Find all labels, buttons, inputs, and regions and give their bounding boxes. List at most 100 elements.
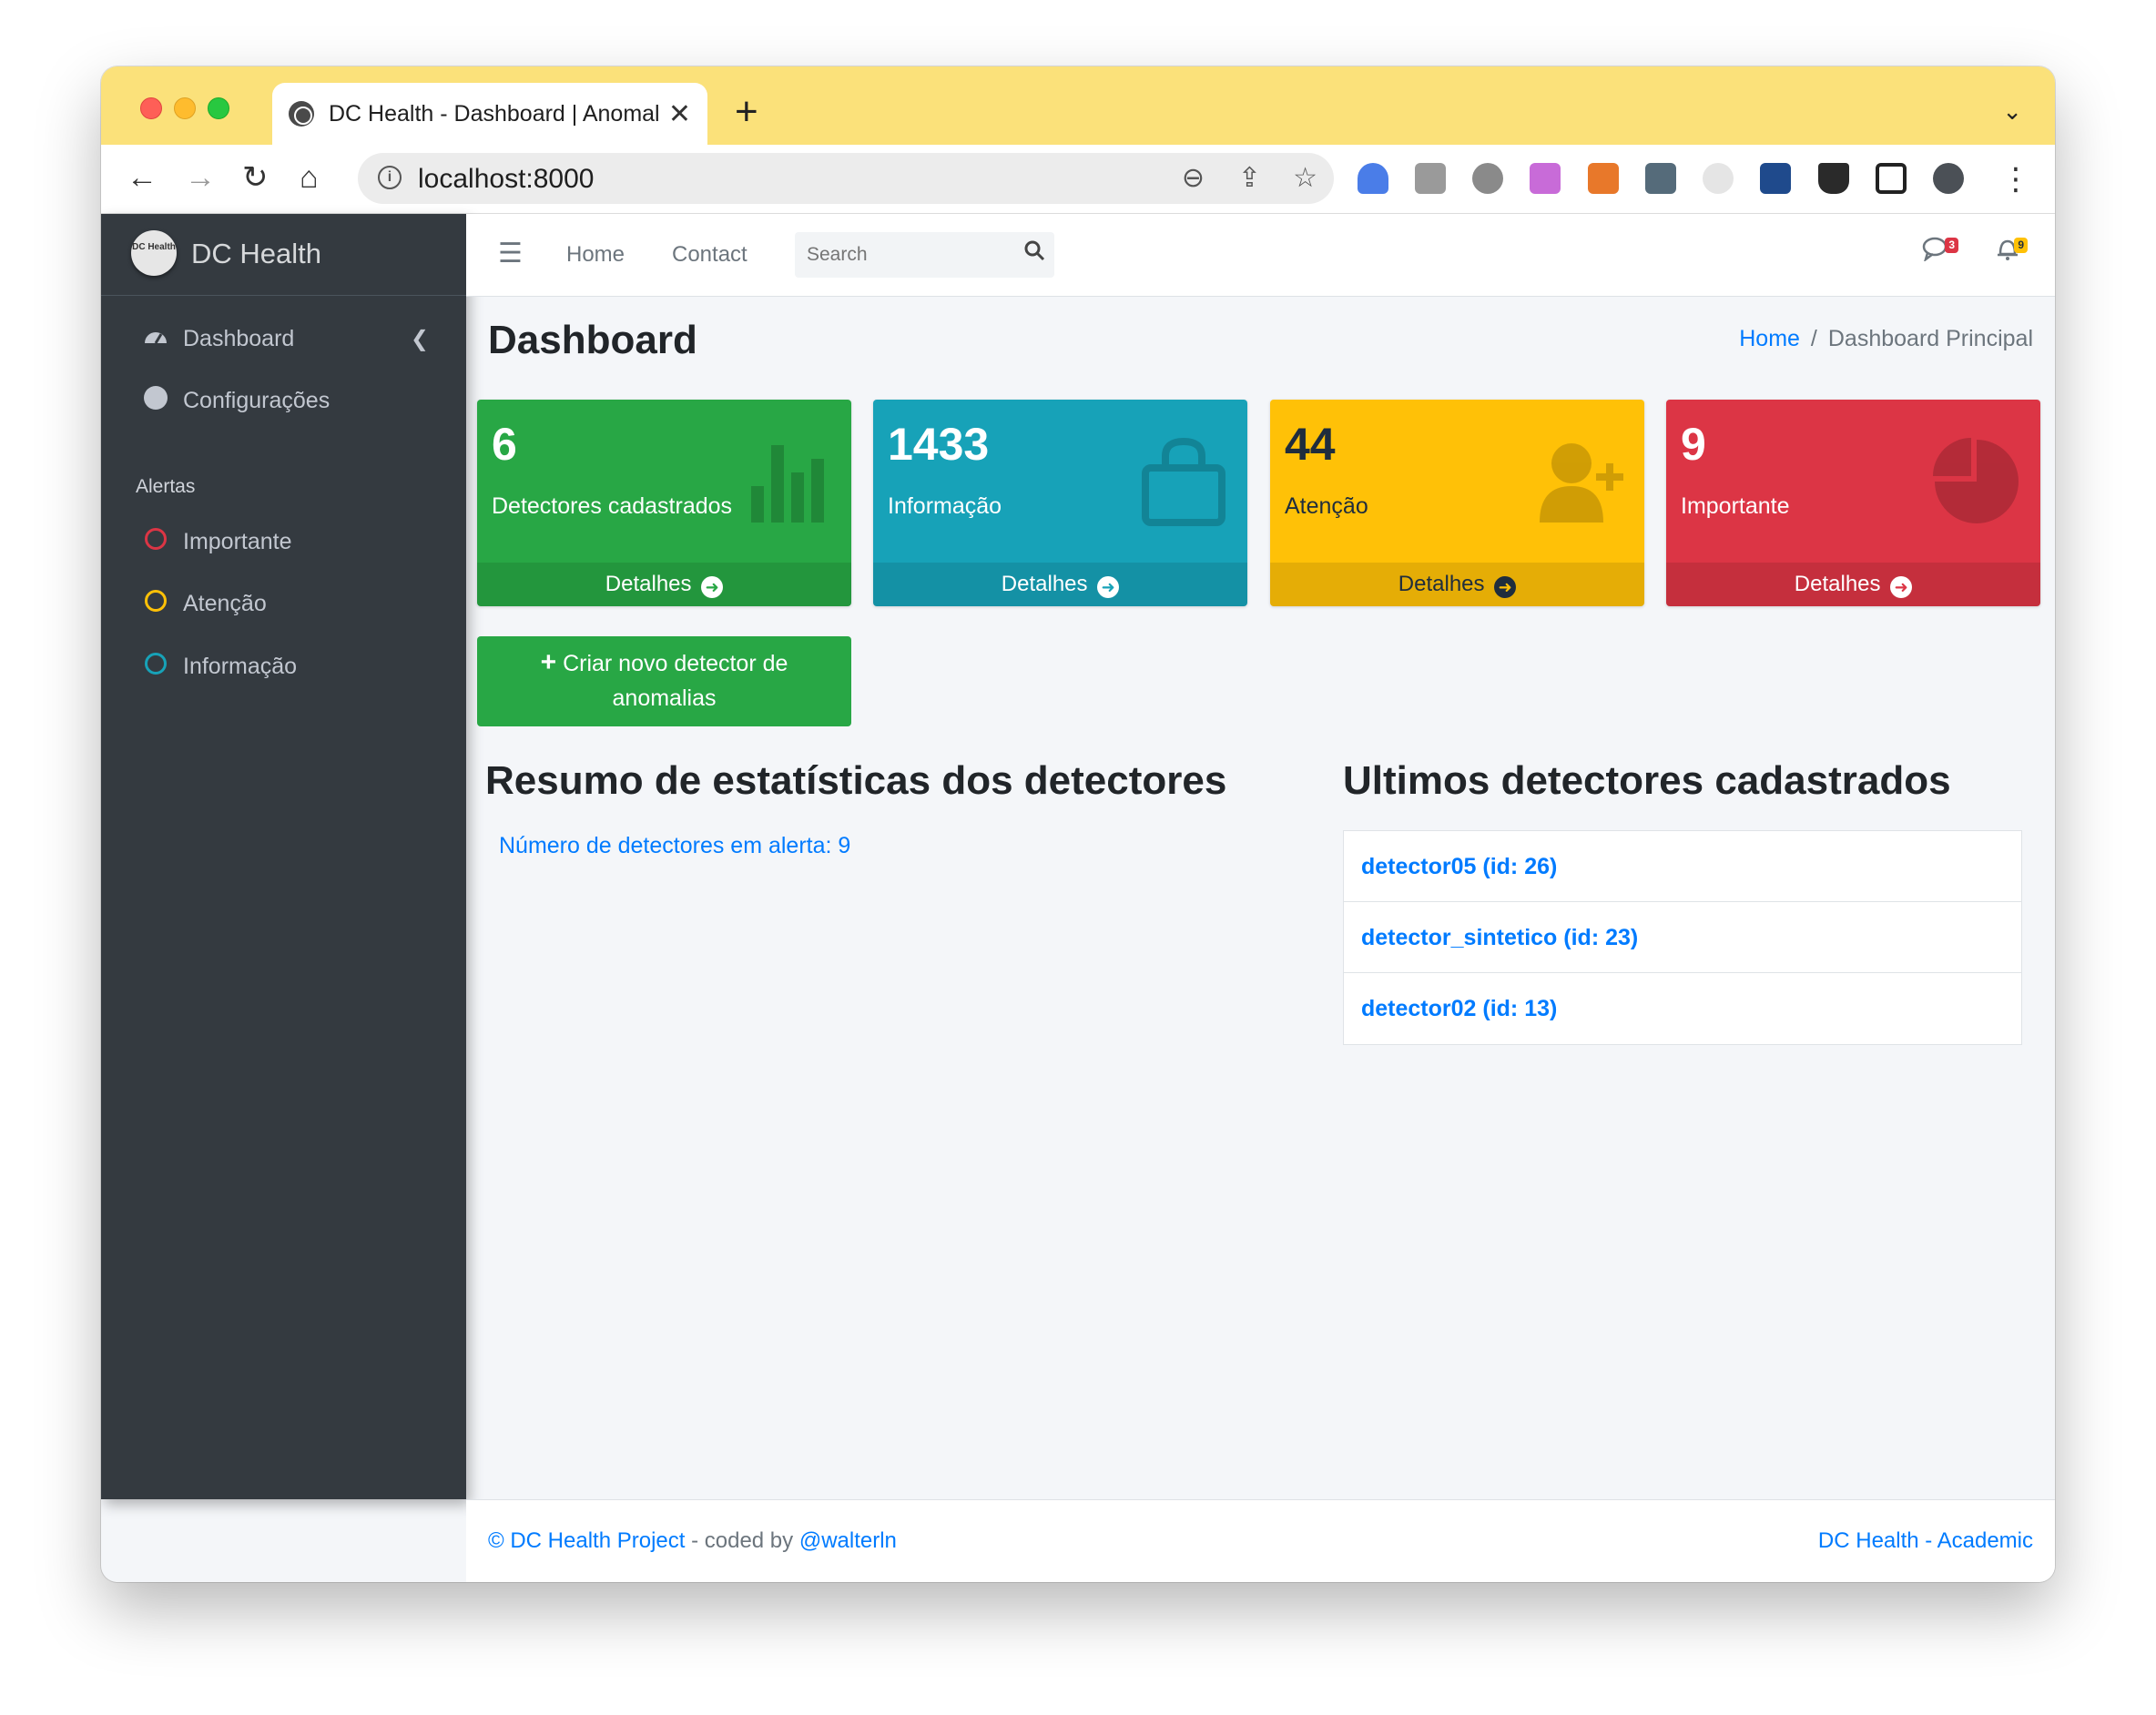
close-window-button[interactable] [140,97,162,119]
create-button-line1: Criar novo detector de [563,651,788,676]
create-detector-button[interactable]: + Criar novo detector de anomalias [477,636,851,726]
box-value: 9 [1681,419,1706,470]
box-label: Atenção [1285,493,1368,519]
page-title: Dashboard [488,318,697,362]
tab-title: DC Health - Dashboard | Anomalias [329,100,659,127]
address-url[interactable]: localhost:8000 [418,164,594,195]
browser-menu-icon[interactable]: ⋮ [2000,159,2031,199]
forward-icon[interactable]: → [185,157,216,198]
bookmark-star-icon[interactable]: ☆ [1293,162,1317,194]
arrow-circle-right-icon: ➜ [1494,576,1517,598]
box-details-link[interactable]: Detalhes ➜ [1666,563,2040,606]
tab-bar: DC Health - Dashboard | Anomalias ✕ + ⌄ [101,66,2055,145]
circle-outline-icon [141,652,170,681]
box-footer-label: Detalhes [1794,572,1881,596]
extension-panda-icon[interactable] [1703,163,1734,194]
pie-chart-icon [1933,438,2019,523]
hamburger-menu-icon[interactable]: ☰ [498,238,523,269]
plus-icon: + [540,647,557,677]
home-icon[interactable]: ⌂ [300,157,319,198]
shopping-bag-icon [1142,437,1225,526]
top-navbar: ☰ Home Contact 3 9 [466,214,2055,297]
browser-toolbar: ← → ↻ ⌂ i localhost:8000 ⊖ ⇪ ☆ ⋮ [101,145,2055,214]
browser-window: DC Health - Dashboard | Anomalias ✕ + ⌄ … [101,66,2055,1582]
sidebar: DC Health DC Health Dashboard ❮ Configur… [101,214,466,1499]
extension-library-icon[interactable] [1530,163,1561,194]
site-info-icon[interactable]: i [378,166,402,189]
breadcrumb-current: Dashboard Principal [1827,326,2033,351]
sidebar-item-configuracoes[interactable]: Configurações [123,373,445,428]
sidebar-item-dashboard[interactable]: Dashboard ❮ [123,311,445,366]
minimize-window-button[interactable] [174,97,196,119]
importante-box: 9 Importante Detalhes ➜ [1666,400,2040,606]
sidebar-item-label: Informação [183,653,298,679]
extension-tomato-icon[interactable] [1472,163,1503,194]
box-details-link[interactable]: Detalhes ➜ [1270,563,1644,606]
extension-dropper-icon[interactable] [1645,163,1676,194]
search-icon[interactable] [1023,239,1045,268]
sidebar-item-informacao[interactable]: Informação [123,639,445,694]
create-button-line2: anomalias [612,685,717,711]
user-plus-icon [1540,443,1623,523]
sidebar-item-label: Configurações [183,387,331,413]
stats-title: Resumo de estatísticas dos detectores [485,758,1227,803]
extension-camera-icon[interactable] [1415,163,1446,194]
list-item[interactable]: detector_sintetico (id: 23) [1344,902,2021,973]
nav-link-home[interactable]: Home [566,242,625,268]
tab-close-icon[interactable]: ✕ [668,98,691,130]
bar-chart-icon [751,445,824,523]
new-tab-button[interactable]: + [735,92,758,132]
search-input[interactable] [795,232,995,278]
box-label: Informação [888,493,1002,519]
box-label: Importante [1681,493,1790,519]
main-content: Dashboard Home / Dashboard Principal 6 D… [466,297,2055,1499]
side-panel-icon[interactable] [1876,163,1907,194]
extensions-puzzle-icon[interactable] [1818,163,1849,194]
arrow-circle-right-icon: ➜ [1890,576,1913,598]
address-bar[interactable]: i localhost:8000 ⊖ ⇪ ☆ [358,153,1334,204]
breadcrumb: Home / Dashboard Principal [1739,326,2033,352]
profile-avatar[interactable] [1933,163,1964,194]
reload-icon[interactable]: ↻ [242,157,269,198]
arrow-circle-right-icon: ➜ [1097,576,1120,598]
recent-detectors-list: detector05 (id: 26) detector_sintetico (… [1343,830,2022,1045]
box-details-link[interactable]: Detalhes ➜ [873,563,1247,606]
footer-version-link[interactable]: DC Health - Academic [1818,1528,2033,1554]
sidebar-item-label: Dashboard [183,325,295,351]
brand-logo-text: DC Health [132,242,176,252]
brand-link[interactable]: DC Health DC Health [101,214,466,296]
maximize-window-button[interactable] [208,97,229,119]
list-item[interactable]: detector05 (id: 26) [1344,831,2021,902]
alert-count-link[interactable]: Número de detectores em alerta: 9 [499,833,850,859]
sidebar-item-label: Atenção [183,590,267,616]
chevron-left-icon[interactable]: ❮ [411,326,429,352]
box-value: 1433 [888,419,990,470]
brand-logo: DC Health [131,230,177,276]
footer-project-link[interactable]: © DC Health Project [488,1528,685,1553]
page-footer: © DC Health Project - coded by @walterln… [466,1499,2055,1582]
brand-text: DC Health [191,238,321,269]
nav-link-contact[interactable]: Contact [672,242,747,268]
box-footer-label: Detalhes [1001,572,1088,596]
box-details-link[interactable]: Detalhes ➜ [477,563,851,606]
extension-analytics-icon[interactable] [1760,163,1791,194]
footer-coded-by: - coded by [685,1528,799,1553]
informacao-box: 1433 Informação Detalhes ➜ [873,400,1247,606]
sidebar-item-importante[interactable]: Importante [123,514,445,569]
sidebar-header-alertas: Alertas [136,476,196,497]
sidebar-item-label: Importante [183,528,292,554]
box-value: 6 [492,419,517,470]
footer-author-link[interactable]: @walterln [799,1528,897,1553]
tab-list-chevron-icon[interactable]: ⌄ [2002,97,2022,126]
arrow-circle-right-icon: ➜ [701,576,724,598]
recent-title: Ultimos detectores cadastrados [1343,758,1951,803]
zoom-icon[interactable]: ⊖ [1182,162,1205,194]
sidebar-item-atencao[interactable]: Atenção [123,576,445,631]
share-icon[interactable]: ⇪ [1238,162,1261,194]
browser-tab[interactable]: DC Health - Dashboard | Anomalias ✕ [272,83,707,145]
back-icon[interactable]: ← [127,157,158,198]
extension-graduation-icon[interactable] [1358,163,1388,194]
list-item[interactable]: detector02 (id: 13) [1344,973,2021,1044]
extension-sc-icon[interactable] [1588,163,1619,194]
breadcrumb-home[interactable]: Home [1739,326,1800,352]
